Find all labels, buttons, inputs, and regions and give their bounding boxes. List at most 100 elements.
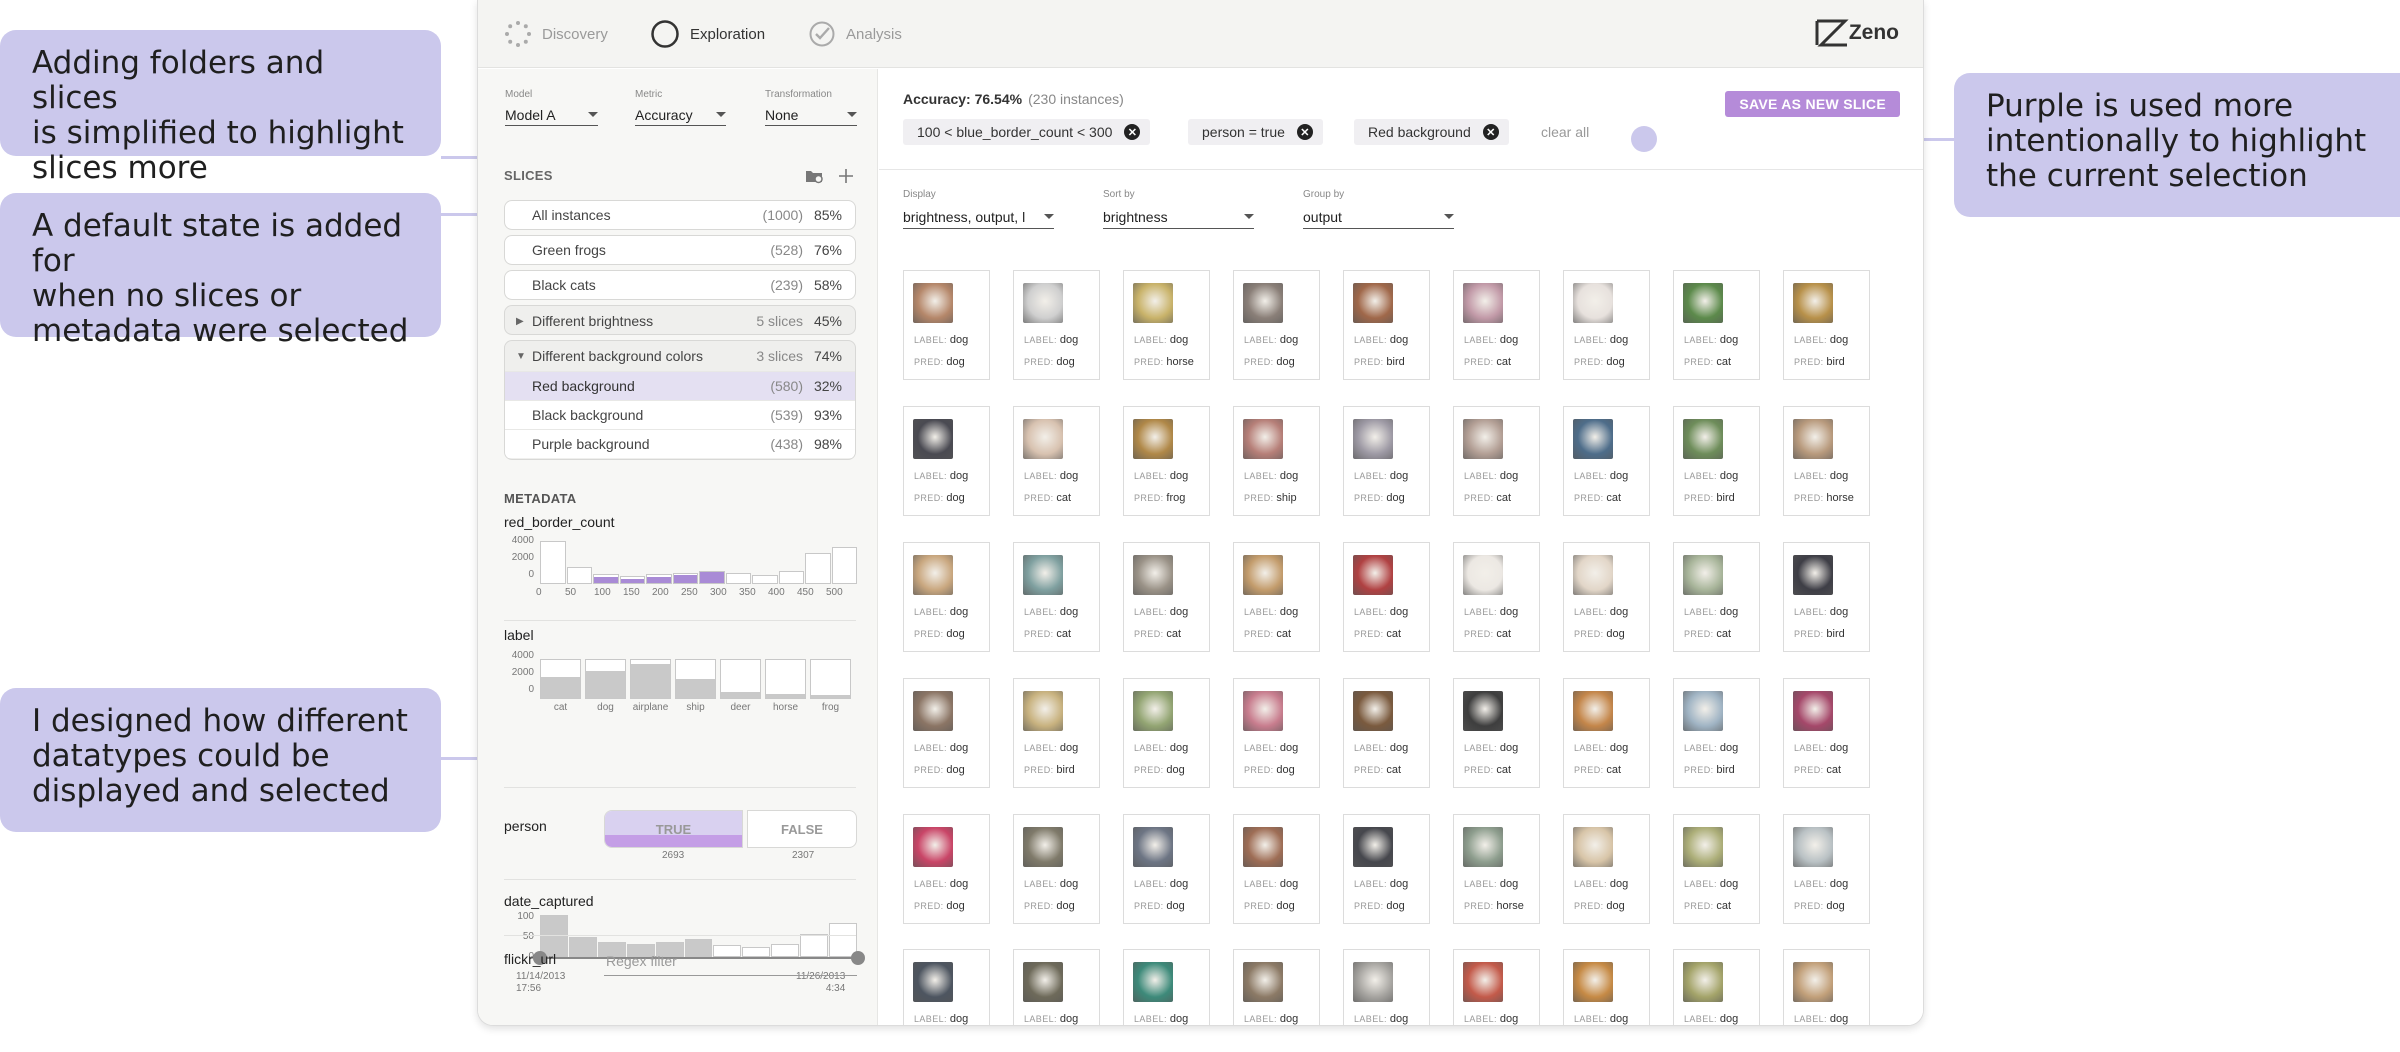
label-histogram[interactable]: 4000 2000 0 cat dog airplane ship deer horse frog [504, 650, 856, 734]
tab-exploration[interactable]: Exploration [650, 18, 765, 50]
instance-card[interactable]: LABEL: dog PRED: ship [1233, 406, 1320, 516]
instance-card[interactable]: LABEL: dog PRED: dog [903, 814, 990, 924]
histogram-bar[interactable] [566, 567, 592, 584]
histogram-bar[interactable] [725, 572, 751, 584]
instance-card[interactable]: LABEL: dog PRED: cat [1013, 542, 1100, 652]
histogram-bar[interactable] [568, 937, 597, 957]
instance-card[interactable]: LABEL: dog PRED: bird [1673, 678, 1760, 788]
new-folder-icon[interactable] [805, 168, 823, 184]
person-false-toggle[interactable]: FALSE [747, 810, 857, 848]
instance-card[interactable]: LABEL: dog PRED: dog [903, 270, 990, 380]
instance-card[interactable]: LABEL: dog PRED: cat [1563, 406, 1650, 516]
instance-card[interactable]: LABEL: dog [1233, 949, 1320, 1025]
instance-card[interactable]: LABEL: dog PRED: dog [1123, 814, 1210, 924]
instance-card[interactable]: LABEL: dog PRED: cat [1673, 270, 1760, 380]
histogram-bar[interactable] [675, 658, 716, 699]
histogram-bar[interactable] [672, 572, 698, 584]
histogram-bar[interactable] [831, 546, 857, 584]
instance-card[interactable]: LABEL: dog PRED: frog [1123, 406, 1210, 516]
instance-card[interactable]: LABEL: dog PRED: dog [1783, 814, 1870, 924]
instance-card[interactable]: LABEL: dog [1013, 949, 1100, 1025]
instance-card[interactable]: LABEL: dog PRED: bird [1013, 678, 1100, 788]
folder-different-background-colors[interactable]: ▼ Different background colors 3 slices 7… [504, 340, 856, 460]
instance-card[interactable]: LABEL: dog PRED: bird [1673, 406, 1760, 516]
histogram-bar[interactable] [630, 658, 671, 699]
instance-card[interactable]: LABEL: dog PRED: dog [1233, 270, 1320, 380]
histogram-bar[interactable] [805, 552, 831, 584]
instance-card[interactable]: LABEL: dog PRED: cat [1233, 542, 1320, 652]
label-key: LABEL: [1684, 471, 1720, 481]
instance-card[interactable]: LABEL: dog PRED: dog [903, 406, 990, 516]
instance-card[interactable]: LABEL: dog PRED: dog [1343, 814, 1430, 924]
instance-card[interactable]: LABEL: dog PRED: dog [1123, 678, 1210, 788]
slice-purple-background[interactable]: Purple background (438) 98% [505, 429, 855, 458]
instance-card[interactable]: LABEL: dog [1673, 949, 1760, 1025]
card-label: LABEL: dog [1794, 334, 1848, 346]
instance-card[interactable]: LABEL: dog [903, 949, 990, 1025]
instance-card[interactable]: LABEL: dog PRED: cat [1673, 814, 1760, 924]
instance-card[interactable]: LABEL: dog PRED: dog [903, 542, 990, 652]
histogram-bar[interactable] [619, 575, 645, 584]
instance-card[interactable]: LABEL: dog PRED: dog [903, 678, 990, 788]
instance-card[interactable]: LABEL: dog PRED: cat [1673, 542, 1760, 652]
slice-all-instances[interactable]: All instances (1000) 85% [504, 200, 856, 230]
instance-card[interactable]: LABEL: dog PRED: cat [1563, 678, 1650, 788]
instance-card[interactable]: LABEL: dog PRED: cat [1123, 542, 1210, 652]
histogram-bar[interactable] [646, 573, 672, 584]
instance-card[interactable]: LABEL: dog PRED: cat [1343, 542, 1430, 652]
histogram-bar[interactable] [585, 658, 626, 699]
pred-value: cat [1386, 764, 1402, 776]
plus-icon[interactable] [838, 168, 854, 184]
instance-card[interactable]: LABEL: dog PRED: bird [1783, 270, 1870, 380]
instance-card[interactable]: LABEL: dog PRED: dog [1563, 814, 1650, 924]
person-true-toggle[interactable]: TRUE [604, 810, 743, 848]
instance-card[interactable]: LABEL: dog [1563, 949, 1650, 1025]
instance-card[interactable]: LABEL: dog PRED: bird [1783, 542, 1870, 652]
histogram-bar[interactable] [810, 658, 851, 699]
tab-analysis[interactable]: Analysis [808, 18, 902, 50]
histogram-bar[interactable] [765, 658, 806, 699]
instance-card[interactable]: LABEL: dog PRED: dog [1563, 270, 1650, 380]
folder-different-brightness[interactable]: ▶ Different brightness 5 slices 45% [504, 305, 856, 335]
instance-card[interactable]: LABEL: dog PRED: dog [1013, 814, 1100, 924]
instance-card[interactable]: LABEL: dog [1783, 949, 1870, 1025]
instance-card[interactable]: LABEL: dog PRED: dog [1233, 678, 1320, 788]
instance-card[interactable]: LABEL: dog PRED: dog [1013, 270, 1100, 380]
histogram-bar[interactable] [752, 575, 778, 584]
model-select[interactable]: Model Model A [505, 89, 598, 126]
instance-card[interactable]: LABEL: dog PRED: cat [1343, 678, 1430, 788]
instance-card[interactable]: LABEL: dog PRED: cat [1453, 542, 1540, 652]
histogram-bar[interactable] [540, 658, 581, 699]
instance-card[interactable]: LABEL: dog [1343, 949, 1430, 1025]
histogram-bar[interactable] [540, 541, 566, 584]
instance-card[interactable]: LABEL: dog [1453, 949, 1540, 1025]
transformation-select[interactable]: Transformation None [765, 89, 857, 126]
instance-card[interactable]: LABEL: dog [1123, 949, 1210, 1025]
instance-card[interactable]: LABEL: dog PRED: cat [1453, 406, 1540, 516]
instance-card[interactable]: LABEL: dog PRED: dog [1343, 406, 1430, 516]
histogram-bar[interactable] [720, 658, 761, 699]
slice-red-background[interactable]: Red background (580) 32% [505, 371, 855, 400]
slice-black-background[interactable]: Black background (539) 93% [505, 400, 855, 429]
true-count: 2693 [662, 850, 685, 861]
metric-select[interactable]: Metric Accuracy [635, 89, 726, 126]
instance-card[interactable]: LABEL: dog PRED: horse [1123, 270, 1210, 380]
pred-key: PRED: [1684, 765, 1717, 775]
slice-green-frogs[interactable]: Green frogs (528) 76% [504, 235, 856, 265]
instance-card[interactable]: LABEL: dog PRED: horse [1453, 814, 1540, 924]
instance-card[interactable]: LABEL: dog PRED: cat [1453, 678, 1540, 788]
histogram-bar[interactable] [699, 570, 725, 584]
tab-discovery[interactable]: Discovery [504, 18, 608, 50]
instance-card[interactable]: LABEL: dog PRED: bird [1343, 270, 1430, 380]
instance-card[interactable]: LABEL: dog PRED: horse [1783, 406, 1870, 516]
slice-black-cats[interactable]: Black cats (239) 58% [504, 270, 856, 300]
instance-card[interactable]: LABEL: dog PRED: dog [1563, 542, 1650, 652]
instance-card[interactable]: LABEL: dog PRED: cat [1453, 270, 1540, 380]
instance-card[interactable]: LABEL: dog PRED: cat [1013, 406, 1100, 516]
histogram-bar[interactable] [778, 570, 804, 584]
red-border-count-histogram[interactable]: 4000 2000 0 0 50 100 150 200 250 300 350 400 450 500 [504, 535, 857, 609]
flickr-url-input[interactable]: Regex filter [604, 946, 857, 976]
instance-card[interactable]: LABEL: dog PRED: cat [1783, 678, 1870, 788]
histogram-bar[interactable] [593, 573, 619, 584]
instance-card[interactable]: LABEL: dog PRED: dog [1233, 814, 1320, 924]
